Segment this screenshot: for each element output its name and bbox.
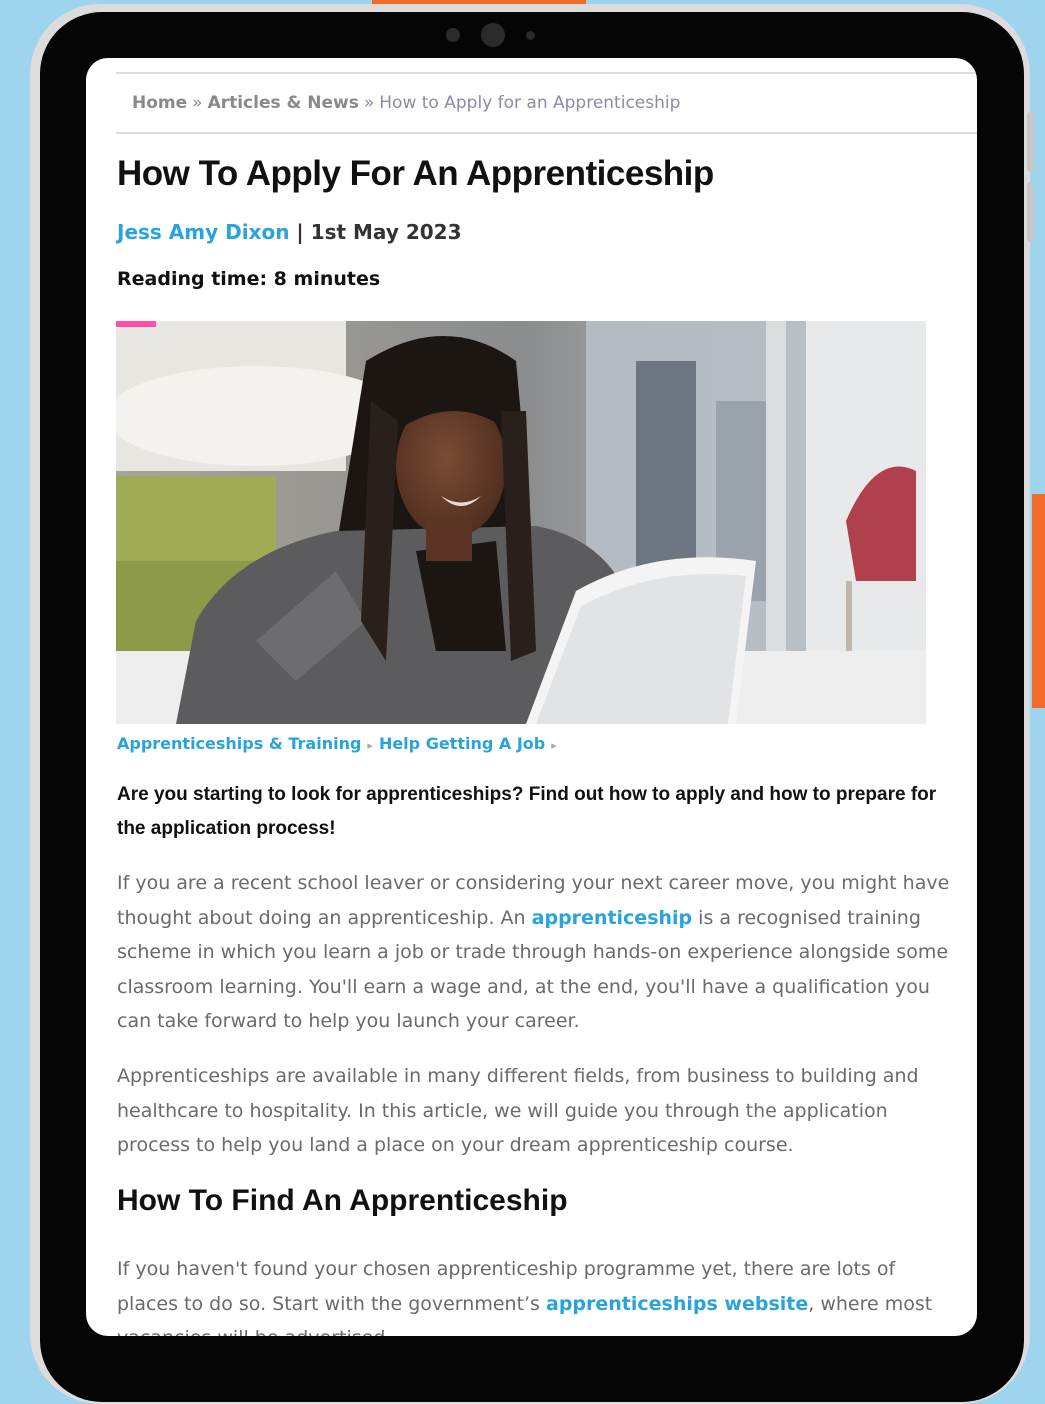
article-tags: Apprenticeships & Training ▸ Help Getting … (117, 734, 563, 753)
camera-lens (481, 23, 505, 47)
meta-separator: | (296, 220, 304, 244)
article-title: How To Apply For An Apprenticeship (117, 154, 714, 193)
sensor-dot (526, 31, 535, 40)
tablet-screen: Home » Articles & News » How to Apply fo… (86, 58, 977, 1336)
section-heading: How To Find An Apprenticeship (117, 1184, 568, 1217)
tag-arrow-icon: ▸ (367, 739, 373, 752)
tag-link-help-getting-a-job[interactable]: Help Getting A Job (379, 734, 545, 753)
publish-date: 1st May 2023 (310, 220, 462, 244)
breadcrumb-separator: » (363, 93, 375, 113)
article-paragraph: If you are a recent school leaver or con… (117, 866, 965, 1039)
tag-arrow-icon: ▸ (551, 739, 557, 752)
breadcrumb-articles-link[interactable]: Articles & News (208, 93, 359, 113)
apprenticeship-link[interactable]: apprenticeship (532, 907, 693, 929)
author-link[interactable]: Jess Amy Dixon (117, 220, 289, 244)
breadcrumb: Home » Articles & News » How to Apply fo… (116, 72, 977, 134)
article-lede: Are you starting to look for apprentices… (117, 784, 937, 839)
tag-link-apprenticeships-training[interactable]: Apprenticeships & Training (117, 734, 361, 753)
article-paragraph: Apprenticeships are available in many di… (117, 1065, 919, 1156)
sensor-dot (446, 28, 460, 42)
article-paragraph: If you haven't found your chosen apprent… (117, 1252, 947, 1336)
reading-time: Reading time: 8 minutes (117, 268, 381, 290)
decorative-orange-bar-right (1032, 494, 1045, 708)
apprenticeships-website-link[interactable]: apprenticeships website (546, 1293, 808, 1315)
tablet-side-button (1027, 112, 1034, 172)
hero-image (116, 321, 926, 724)
tablet-side-button (1027, 182, 1034, 242)
article-meta: Jess Amy Dixon | 1st May 2023 (117, 220, 461, 244)
breadcrumb-current: How to Apply for an Apprenticeship (379, 93, 681, 113)
breadcrumb-separator: » (192, 93, 203, 113)
breadcrumb-home-link[interactable]: Home (132, 93, 187, 113)
